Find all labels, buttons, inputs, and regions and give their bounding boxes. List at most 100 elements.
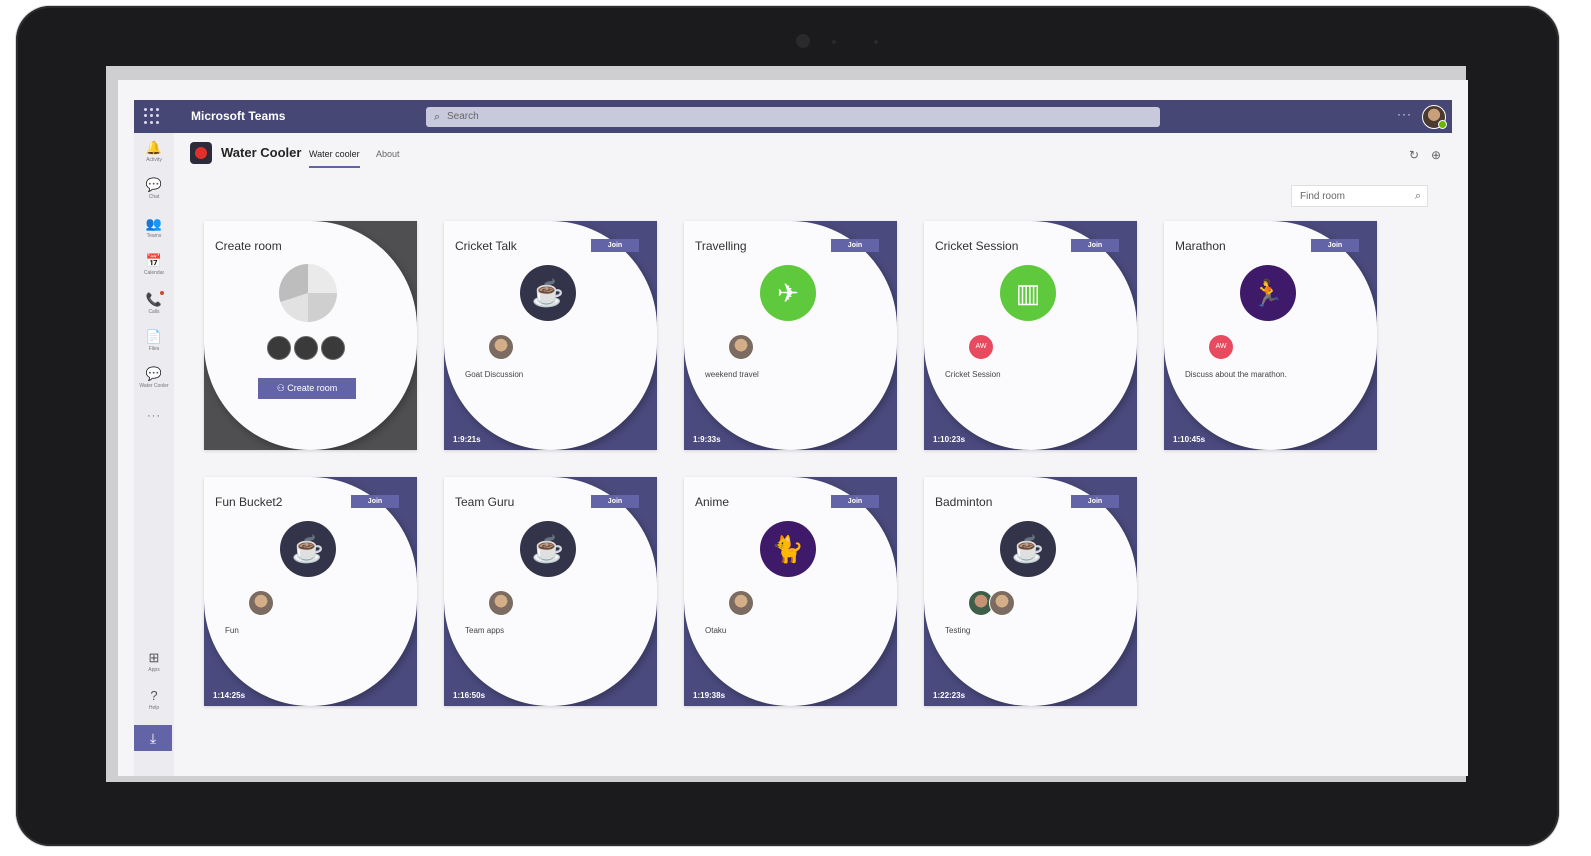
room-card[interactable]: Badminton Join ☕ Testing 1:22:23s [924, 477, 1137, 706]
calendar-icon: 📅 [145, 253, 163, 268]
tab-about[interactable]: About [376, 149, 400, 159]
room-card[interactable]: Travelling Join ✈ weekend travel 1:9:33s [684, 221, 897, 450]
join-button[interactable]: Join [831, 239, 879, 252]
join-button[interactable]: Join [1071, 495, 1119, 508]
tea-icon: ☕ [520, 265, 576, 321]
sensor [832, 40, 836, 44]
presence-status-icon [1438, 120, 1447, 129]
rail-item-label: Teams [146, 233, 162, 239]
globe-icon[interactable]: ⊕ [1431, 148, 1441, 162]
participant-avatar [728, 334, 754, 360]
room-timer: 1:19:38s [693, 691, 726, 700]
room-card[interactable]: Marathon Join 🏃 AW Discuss about the maratho… [1164, 221, 1377, 450]
participant-avatars [488, 590, 514, 616]
activity-icon: 🔔 [145, 140, 163, 155]
apps-icon: ⊞ [148, 650, 160, 665]
rail-item-files[interactable]: 📄 Files [134, 330, 174, 353]
room-timer: 1:16:50s [453, 691, 486, 700]
participant-avatars [968, 590, 1015, 616]
refresh-icon[interactable]: ↻ [1409, 148, 1419, 162]
buildings-icon: ▥ [1000, 265, 1056, 321]
rail-item-label: Files [148, 346, 160, 352]
participant-avatar [248, 590, 274, 616]
search-placeholder: Search [447, 111, 479, 122]
sensor [874, 40, 878, 44]
room-timer: 1:22:23s [933, 691, 966, 700]
rail-item-teams[interactable]: 👥 Teams [134, 216, 174, 240]
rail-item-label: Calls [148, 309, 160, 315]
calls-icon: 📞 [145, 292, 163, 307]
app-title: Water Cooler [221, 145, 302, 160]
participant-avatar [488, 334, 514, 360]
participant-avatars: AW [1208, 334, 1234, 360]
rail-item-calendar[interactable]: 📅 Calendar [134, 253, 174, 277]
room-description: Team apps [465, 626, 505, 635]
teams-icon: 👥 [145, 216, 163, 231]
participant-avatars [488, 334, 514, 360]
rail-item-apps[interactable]: ⊞ Apps [134, 650, 174, 674]
create-room-button[interactable]: ⚇ Create room [258, 378, 356, 399]
more-apps-icon[interactable]: ··· [134, 410, 174, 422]
room-description: Fun [225, 626, 239, 635]
rail-item-label: Apps [148, 667, 160, 673]
camera [796, 34, 810, 48]
download-icon[interactable]: ⤓ [134, 725, 172, 751]
create-room-card: Create room ⚇ Create room [204, 221, 417, 450]
room-title: Anime [695, 495, 730, 509]
room-timer: 1:14:25s [213, 691, 246, 700]
more-options-icon[interactable]: ··· [1397, 107, 1412, 121]
profile-avatar[interactable] [1422, 105, 1447, 129]
rail-item-water-cooler[interactable]: 💬 Water Cooler [134, 367, 174, 390]
participant-avatar [488, 590, 514, 616]
room-card[interactable]: Cricket Talk Join ☕ Goat Discussion 1:9:21s [444, 221, 657, 450]
rail-item-help[interactable]: ? Help [134, 688, 174, 712]
room-card[interactable]: Cricket Session Join ▥ AW Cricket Session 1:1… [924, 221, 1137, 450]
participant-initials-avatar: AW [968, 334, 994, 360]
room-title: Marathon [1175, 239, 1226, 253]
rail-item-label: Calendar [143, 270, 165, 276]
tea-icon: ☕ [1000, 521, 1056, 577]
people-add-icon: ⚇ [276, 383, 288, 393]
app-bar: ··· ⤓ 🔔 Activity 💬 Chat 👥 Teams 📅 Calendar 📞 Call… [134, 133, 174, 776]
participant-avatars [728, 590, 754, 616]
find-room-placeholder: Find room [1300, 191, 1346, 202]
room-placeholder-icon [279, 264, 337, 322]
create-room-button-label: Create room [287, 383, 338, 393]
placeholder-avatars [267, 336, 348, 365]
participant-avatars [248, 590, 274, 616]
rail-item-calls[interactable]: 📞 Calls [134, 291, 174, 315]
room-title: Team Guru [455, 495, 515, 509]
participant-avatar [989, 590, 1015, 616]
room-timer: 1:10:45s [1173, 435, 1206, 444]
rail-item-activity[interactable]: 🔔 Activity [134, 140, 174, 164]
brand-name: Microsoft Teams [191, 109, 286, 123]
tab-water-cooler[interactable]: Water cooler [309, 149, 360, 168]
rail-item-chat[interactable]: 💬 Chat [134, 178, 174, 201]
join-button[interactable]: Join [591, 495, 639, 508]
search-input[interactable]: ⌕ Search [426, 107, 1160, 127]
join-button[interactable]: Join [831, 495, 879, 508]
participant-avatars [728, 334, 754, 360]
find-room-input[interactable]: Find room ⌕ [1291, 185, 1428, 207]
join-button[interactable]: Join [1311, 239, 1359, 252]
room-timer: 1:9:21s [453, 435, 481, 444]
help-icon: ? [150, 688, 158, 703]
water-cooler-logo [190, 142, 212, 164]
room-title: Cricket Session [935, 239, 1019, 253]
join-button[interactable]: Join [351, 495, 399, 508]
room-description: Otaku [705, 626, 727, 635]
join-button[interactable]: Join [1071, 239, 1119, 252]
room-title: Fun Bucket2 [215, 495, 283, 509]
room-card[interactable]: Anime Join 🐈 Otaku 1:19:38s [684, 477, 897, 706]
join-button[interactable]: Join [591, 239, 639, 252]
room-card[interactable]: Team Guru Join ☕ Team apps 1:16:50s [444, 477, 657, 706]
search-icon: ⌕ [434, 111, 441, 123]
participant-avatar [728, 590, 754, 616]
app-launcher-icon[interactable] [144, 108, 160, 124]
cat-icon: 🐈 [760, 521, 816, 577]
room-timer: 1:10:23s [933, 435, 966, 444]
participant-avatars: AW [968, 334, 994, 360]
room-title: Cricket Talk [455, 239, 517, 253]
runner-icon: 🏃 [1240, 265, 1296, 321]
room-card[interactable]: Fun Bucket2 Join ☕ Fun 1:14:25s [204, 477, 417, 706]
